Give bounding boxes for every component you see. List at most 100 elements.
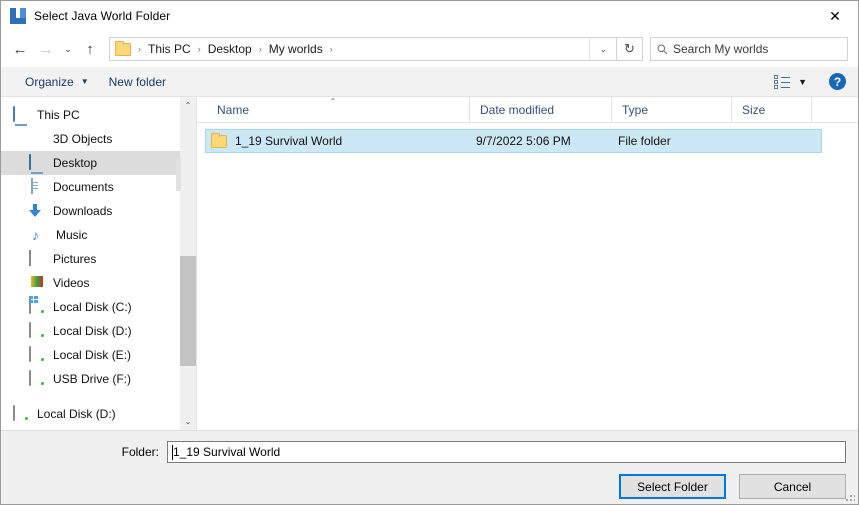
close-icon[interactable]: ✕ xyxy=(812,1,858,31)
folder-field-label: Folder: xyxy=(121,445,159,459)
refresh-button[interactable]: ↻ xyxy=(617,37,643,61)
forward-button: → xyxy=(38,40,54,58)
sidebar-item-label: USB Drive (F:) xyxy=(53,372,131,386)
sidebar-item-label: Local Disk (E:) xyxy=(53,348,132,362)
sidebar-item-music[interactable]: ♪ Music xyxy=(1,223,180,247)
window-title: Select Java World Folder xyxy=(34,9,171,23)
documents-icon xyxy=(29,178,46,195)
help-button[interactable]: ? xyxy=(829,73,846,90)
column-header-label: Name xyxy=(217,102,250,117)
sidebar-item-local-disk-c[interactable]: Local Disk (C:) xyxy=(1,295,180,319)
select-folder-dialog: Select Java World Folder ✕ ← → ⌄ ↑ › Thi… xyxy=(0,0,859,505)
new-folder-button[interactable]: New folder xyxy=(99,71,176,93)
sidebar-item-label: This PC xyxy=(37,108,80,122)
breadcrumb-item-this-pc[interactable]: This PC xyxy=(144,40,195,58)
sidebar-item-label: Documents xyxy=(53,180,114,194)
column-header-label: Size xyxy=(742,102,766,117)
breadcrumb-item-desktop[interactable]: Desktop xyxy=(204,40,256,58)
desktop-icon xyxy=(29,154,46,171)
resize-grip[interactable] xyxy=(845,492,855,502)
drive-icon xyxy=(13,405,30,422)
breadcrumb-item-my-worlds[interactable]: My worlds xyxy=(265,40,327,58)
cube-icon xyxy=(29,131,46,147)
sidebar-item-pictures[interactable]: Pictures xyxy=(1,247,180,271)
scrollbar-track[interactable] xyxy=(176,114,196,413)
column-header-row: ⌃ Name Date modified Type Size xyxy=(197,97,858,123)
cell-date-modified: 9/7/2022 5:06 PM xyxy=(476,134,571,148)
sidebar-scrollbar[interactable]: ⌃ ⌄ xyxy=(176,97,196,430)
sort-ascending-icon: ⌃ xyxy=(329,97,337,106)
sidebar-item-label: Pictures xyxy=(53,252,97,266)
sidebar-item-downloads[interactable]: Downloads xyxy=(1,199,180,223)
select-folder-button[interactable]: Select Folder xyxy=(619,474,726,499)
recent-locations-button[interactable]: ⌄ xyxy=(59,36,77,62)
breadcrumb[interactable]: › This PC › Desktop › My worlds › ⌄ xyxy=(109,37,617,61)
sidebar-item-videos[interactable]: Videos xyxy=(1,271,180,295)
sidebar-item-usb-drive-f[interactable]: USB Drive (F:) xyxy=(1,367,180,391)
navigation-bar: ← → ⌄ ↑ › This PC › Desktop › My worlds … xyxy=(1,31,858,67)
music-icon: ♪ xyxy=(32,227,39,243)
search-input[interactable]: Search My worlds xyxy=(650,37,848,61)
organize-label: Organize xyxy=(25,74,74,89)
up-button[interactable]: ↑ xyxy=(77,36,103,62)
column-header-filler xyxy=(812,97,858,122)
sidebar-item-local-disk-d-root[interactable]: Local Disk (D:) xyxy=(1,402,180,426)
sidebar-item-desktop[interactable]: Desktop xyxy=(1,151,180,175)
table-row[interactable]: 1_19 Survival World 9/7/2022 5:06 PM Fil… xyxy=(205,129,822,153)
sidebar-item-label: Local Disk (C:) xyxy=(53,300,132,314)
column-header-label: Date modified xyxy=(480,102,555,117)
videos-icon xyxy=(29,275,46,291)
sidebar-item-label: Music xyxy=(56,228,88,242)
file-list: 1_19 Survival World 9/7/2022 5:06 PM Fil… xyxy=(197,123,858,430)
sidebar-list: This PC 3D Objects Desktop Documents Dow xyxy=(1,97,180,430)
title-bar: Select Java World Folder ✕ xyxy=(1,1,858,31)
java-launcher-icon xyxy=(10,8,26,24)
command-bar: Organize ▼ New folder ▼ ? xyxy=(1,67,858,97)
sidebar-item-label: 3D Objects xyxy=(53,132,113,146)
dialog-body: This PC 3D Objects Desktop Documents Dow xyxy=(1,97,858,430)
sidebar-item-label: Desktop xyxy=(53,156,98,170)
breadcrumb-separator: › xyxy=(258,44,262,54)
sidebar-item-local-disk-e[interactable]: Local Disk (E:) xyxy=(1,343,180,367)
search-glyph xyxy=(657,44,667,54)
dialog-footer: Folder: 1_19 Survival World Select Folde… xyxy=(1,430,858,504)
chevron-down-icon: ▼ xyxy=(80,77,89,86)
view-options-icon[interactable] xyxy=(774,74,791,89)
breadcrumb-separator: › xyxy=(138,44,141,54)
drive-icon xyxy=(29,370,46,387)
scroll-down-icon[interactable]: ⌄ xyxy=(180,413,196,430)
file-list-pane: ⌃ Name Date modified Type Size 1_19 Surv… xyxy=(197,97,858,430)
sidebar-item-label: Local Disk (D:) xyxy=(53,324,132,338)
sidebar-item-label: Local Disk (D:) xyxy=(37,407,116,421)
command-bar-right: ▼ ? xyxy=(774,73,858,90)
cancel-button[interactable]: Cancel xyxy=(739,474,846,499)
sidebar-item-local-disk-d[interactable]: Local Disk (D:) xyxy=(1,319,180,343)
drive-icon xyxy=(29,346,46,363)
text-caret xyxy=(172,445,173,460)
scrollbar-secondary-thumb xyxy=(176,158,181,191)
sidebar-item-3d-objects[interactable]: 3D Objects xyxy=(1,127,180,151)
footer-buttons: Select Folder Cancel xyxy=(1,463,858,499)
folder-name-input[interactable]: 1_19 Survival World xyxy=(167,441,846,463)
column-header-type[interactable]: Type xyxy=(612,97,732,122)
chevron-down-icon[interactable]: ⌄ xyxy=(589,38,616,60)
column-header-date-modified[interactable]: Date modified xyxy=(470,97,612,122)
back-button[interactable]: ← xyxy=(7,36,33,62)
column-header-name[interactable]: ⌃ Name xyxy=(197,97,470,122)
organize-button[interactable]: Organize ▼ xyxy=(15,71,99,93)
scrollbar-thumb[interactable] xyxy=(180,256,196,366)
column-header-size[interactable]: Size xyxy=(732,97,812,122)
new-folder-label: New folder xyxy=(108,74,166,89)
view-options-caret-icon[interactable]: ▼ xyxy=(798,77,807,87)
breadcrumb-separator: › xyxy=(329,44,333,54)
sidebar-item-this-pc[interactable]: This PC xyxy=(1,103,180,127)
sidebar-item-documents[interactable]: Documents xyxy=(1,175,180,199)
pc-icon xyxy=(13,106,30,123)
scroll-up-icon[interactable]: ⌃ xyxy=(180,97,196,114)
cell-type: File folder xyxy=(618,134,671,148)
drive-icon xyxy=(29,322,46,339)
folder-icon xyxy=(211,132,227,148)
search-placeholder: Search My worlds xyxy=(673,42,769,56)
breadcrumb-separator: › xyxy=(197,44,201,54)
navigation-sidebar: This PC 3D Objects Desktop Documents Dow xyxy=(1,97,197,430)
